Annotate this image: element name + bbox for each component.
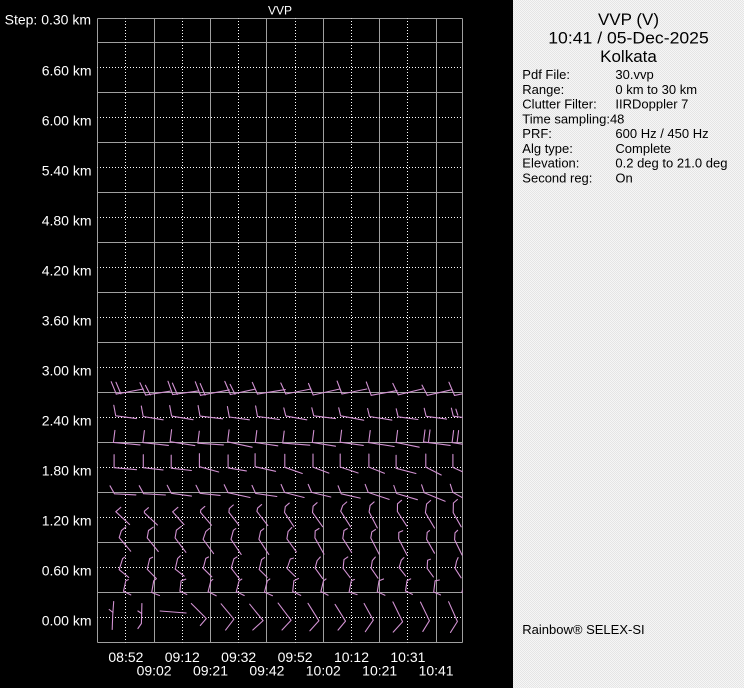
svg-text:Pdf File:: Pdf File: bbox=[522, 67, 570, 82]
svg-text:1.80 km: 1.80 km bbox=[42, 463, 92, 479]
svg-text:Complete: Complete bbox=[615, 141, 671, 156]
svg-text:10:41 / 05-Dec-2025: 10:41 / 05-Dec-2025 bbox=[548, 29, 709, 48]
svg-text:5.40 km: 5.40 km bbox=[42, 163, 92, 179]
svg-text:2.40 km: 2.40 km bbox=[42, 413, 92, 429]
svg-text:0.60 km: 0.60 km bbox=[42, 563, 92, 579]
svg-text:1.20 km: 1.20 km bbox=[42, 513, 92, 529]
svg-text:3.00 km: 3.00 km bbox=[42, 363, 92, 379]
svg-text:On: On bbox=[615, 170, 632, 185]
svg-text:PRF:: PRF: bbox=[522, 126, 552, 141]
svg-text:10:02: 10:02 bbox=[306, 662, 341, 678]
svg-text:Step: 0.30 km: Step: 0.30 km bbox=[5, 11, 91, 27]
svg-text:Elevation:: Elevation: bbox=[522, 156, 579, 171]
svg-text:4.80 km: 4.80 km bbox=[42, 213, 92, 229]
svg-text:6.00 km: 6.00 km bbox=[42, 113, 92, 129]
svg-text:0 km to 30 km: 0 km to 30 km bbox=[615, 82, 697, 97]
svg-text:0.00 km: 0.00 km bbox=[42, 613, 92, 629]
svg-text:IIRDoppler 7: IIRDoppler 7 bbox=[615, 97, 688, 112]
svg-text:4.20 km: 4.20 km bbox=[42, 263, 92, 279]
svg-text:10:41: 10:41 bbox=[419, 662, 454, 678]
svg-text:Range:: Range: bbox=[522, 82, 564, 97]
svg-text:VVP: VVP bbox=[268, 4, 292, 18]
svg-text:Second reg:: Second reg: bbox=[522, 170, 592, 185]
svg-text:Time sampling:48: Time sampling:48 bbox=[522, 111, 624, 126]
svg-text:09:02: 09:02 bbox=[137, 662, 172, 678]
svg-text:600 Hz / 450 Hz: 600 Hz / 450 Hz bbox=[615, 126, 708, 141]
svg-text:Clutter Filter:: Clutter Filter: bbox=[522, 97, 596, 112]
svg-text:Kolkata: Kolkata bbox=[600, 47, 657, 66]
svg-text:Alg type:: Alg type: bbox=[522, 141, 573, 156]
svg-text:6.60 km: 6.60 km bbox=[42, 63, 92, 79]
svg-text:09:42: 09:42 bbox=[249, 662, 284, 678]
svg-text:10:21: 10:21 bbox=[362, 662, 397, 678]
svg-text:0.2 deg to 21.0 deg: 0.2 deg to 21.0 deg bbox=[615, 156, 727, 171]
svg-text:VVP (V): VVP (V) bbox=[598, 10, 659, 29]
svg-text:30.vvp: 30.vvp bbox=[615, 67, 653, 82]
svg-text:09:21: 09:21 bbox=[193, 662, 228, 678]
svg-text:Rainbow® SELEX-SI: Rainbow® SELEX-SI bbox=[522, 622, 644, 637]
svg-text:3.60 km: 3.60 km bbox=[42, 313, 92, 329]
